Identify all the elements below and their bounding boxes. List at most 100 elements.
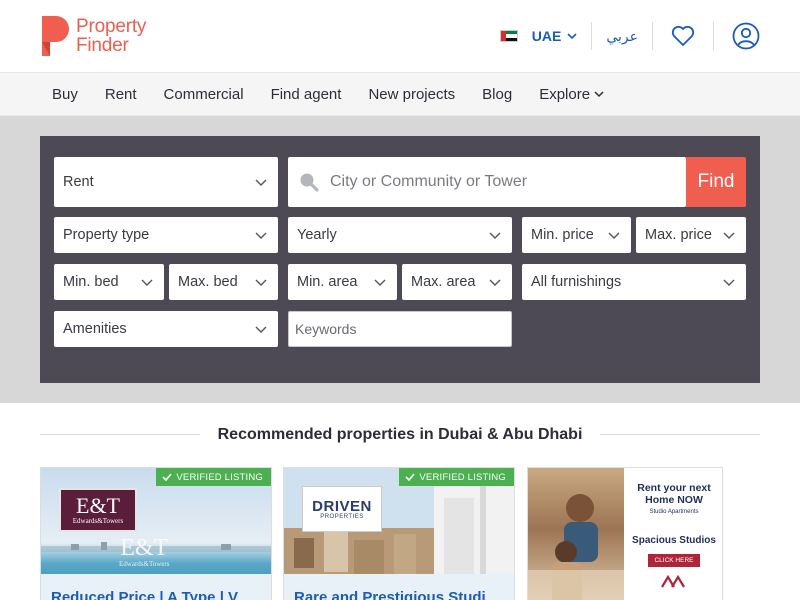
ad-headline-2: Spacious Studios xyxy=(632,535,716,546)
header-actions: UAE عربي xyxy=(499,0,760,72)
keywords-input[interactable]: Keywords xyxy=(288,311,512,347)
property-type-value: Property type xyxy=(63,227,150,243)
advertisement-banner[interactable]: Rent your next Home NOW Studio Apartment… xyxy=(527,467,723,600)
nav-rent[interactable]: Rent xyxy=(105,86,137,103)
ad-copy: Rent your next Home NOW Studio Apartment… xyxy=(624,468,722,600)
agency-logo-mark: DRIVEN xyxy=(312,497,372,515)
user-icon xyxy=(732,22,760,50)
chevron-down-icon xyxy=(723,279,735,286)
verified-label: VERIFIED LISTING xyxy=(176,471,263,483)
find-button[interactable]: Find xyxy=(686,157,746,207)
rent-buy-select[interactable]: Rent xyxy=(54,157,278,207)
chevron-down-icon xyxy=(255,179,267,186)
max-price-select[interactable]: Max. price xyxy=(636,217,746,253)
chevron-down-icon xyxy=(608,232,620,239)
card-title[interactable]: Rare and Prestigious Studi xyxy=(294,589,486,600)
site-header: Property Finder UAE عربي xyxy=(0,0,800,72)
min-price-value: Min. price xyxy=(531,227,594,243)
agency-logo-name: PROPERTIES xyxy=(320,513,364,520)
nav-commercial[interactable]: Commercial xyxy=(164,86,244,103)
ad-headline: Rent your next Home NOW xyxy=(637,482,711,506)
chevron-down-icon xyxy=(255,232,267,239)
chevron-down-icon xyxy=(141,279,153,286)
account-button[interactable] xyxy=(714,22,760,50)
country-selector[interactable]: UAE xyxy=(499,28,592,44)
search-panel: Rent City or Community or Tower Find Pro… xyxy=(40,136,760,383)
search-icon xyxy=(300,173,319,192)
logo-text: Property Finder xyxy=(76,17,146,55)
country-label: UAE xyxy=(531,28,562,44)
property-card[interactable]: DRIVEN PROPERTIES VERIFIED LISTING Rare … xyxy=(283,467,515,600)
max-bed-select[interactable]: Max. bed xyxy=(169,264,278,300)
watermark-subtext: Edwards&Towers xyxy=(119,560,170,568)
watermark: E&T Edwards&Towers xyxy=(119,536,169,568)
heart-icon xyxy=(671,25,695,46)
main-nav: Buy Rent Commercial Find agent New proje… xyxy=(0,72,800,116)
recommended-title: Recommended properties in Dubai & Abu Dh… xyxy=(207,426,593,444)
min-price-select[interactable]: Min. price xyxy=(522,217,631,253)
logo-line-2: Finder xyxy=(76,35,129,56)
period-select[interactable]: Yearly xyxy=(288,217,512,253)
furnishings-value: All furnishings xyxy=(531,274,622,290)
chevron-down-icon xyxy=(255,279,267,286)
language-toggle[interactable]: عربي xyxy=(592,28,652,45)
min-bed-select[interactable]: Min. bed xyxy=(54,264,164,300)
max-area-select[interactable]: Max. area xyxy=(402,264,512,300)
max-price-value: Max. price xyxy=(645,227,712,243)
agency-logo-mark: E&T xyxy=(76,493,120,518)
nav-new-projects[interactable]: New projects xyxy=(368,86,455,103)
min-bed-value: Min. bed xyxy=(63,274,119,290)
chevron-down-icon xyxy=(255,326,267,333)
ad-brand-icon xyxy=(661,575,685,588)
chevron-down-icon xyxy=(374,279,386,286)
agency-logo-name: Edwards&Towers xyxy=(72,517,124,525)
logo-line-1: Property xyxy=(76,16,147,37)
watermark-text: E&T xyxy=(120,535,169,561)
property-type-select[interactable]: Property type xyxy=(54,217,278,253)
max-area-value: Max. area xyxy=(411,274,476,290)
max-bed-value: Max. bed xyxy=(178,274,238,290)
chevron-down-icon xyxy=(567,33,577,40)
verified-badge: VERIFIED LISTING xyxy=(399,468,514,486)
nav-blog[interactable]: Blog xyxy=(482,86,512,103)
divider xyxy=(40,434,200,435)
chevron-down-icon xyxy=(723,232,735,239)
min-area-select[interactable]: Min. area xyxy=(288,264,397,300)
card-title[interactable]: Reduced Price | A Type | V xyxy=(51,589,238,600)
ad-subtext: Studio Apartments xyxy=(649,509,699,515)
chevron-down-icon xyxy=(489,279,501,286)
check-icon xyxy=(405,473,416,481)
nav-find-agent[interactable]: Find agent xyxy=(271,86,342,103)
min-area-value: Min. area xyxy=(297,274,358,290)
nav-buy[interactable]: Buy xyxy=(52,86,78,103)
rent-buy-value: Rent xyxy=(63,174,94,190)
location-search[interactable]: City or Community or Tower xyxy=(288,157,686,207)
chevron-down-icon xyxy=(489,232,501,239)
agency-logo: E&T Edwards&Towers xyxy=(59,488,137,532)
agency-logo: DRIVEN PROPERTIES xyxy=(302,486,382,532)
amenities-select[interactable]: Amenities xyxy=(54,311,278,347)
nav-explore-label: Explore xyxy=(539,85,591,103)
location-placeholder: City or Community or Tower xyxy=(330,173,528,190)
search-band: Rent City or Community or Tower Find Pro… xyxy=(0,116,800,403)
verified-label: VERIFIED LISTING xyxy=(419,471,506,483)
logo-mark-icon xyxy=(42,16,69,56)
property-card[interactable]: E&T Edwards&Towers E&T Edwards&Towers VE… xyxy=(40,467,272,600)
amenities-value: Amenities xyxy=(63,321,127,337)
ad-photo-graphic xyxy=(528,494,624,600)
recommended-cards: E&T Edwards&Towers E&T Edwards&Towers VE… xyxy=(0,467,800,600)
recommended-heading: Recommended properties in Dubai & Abu Dh… xyxy=(0,403,800,467)
verified-badge: VERIFIED LISTING xyxy=(156,468,271,486)
uae-flag-icon xyxy=(499,30,518,42)
favorites-button[interactable] xyxy=(653,25,713,47)
period-value: Yearly xyxy=(297,227,337,243)
ad-photo xyxy=(528,468,624,600)
chevron-down-icon xyxy=(594,91,604,98)
divider xyxy=(600,434,760,435)
nav-explore[interactable]: Explore xyxy=(539,86,604,103)
check-icon xyxy=(162,473,173,481)
furnishings-select[interactable]: All furnishings xyxy=(522,264,746,300)
logo[interactable]: Property Finder xyxy=(40,14,146,58)
ad-cta-button[interactable]: CLICK HERE xyxy=(648,554,700,567)
keywords-placeholder: Keywords xyxy=(295,321,357,337)
